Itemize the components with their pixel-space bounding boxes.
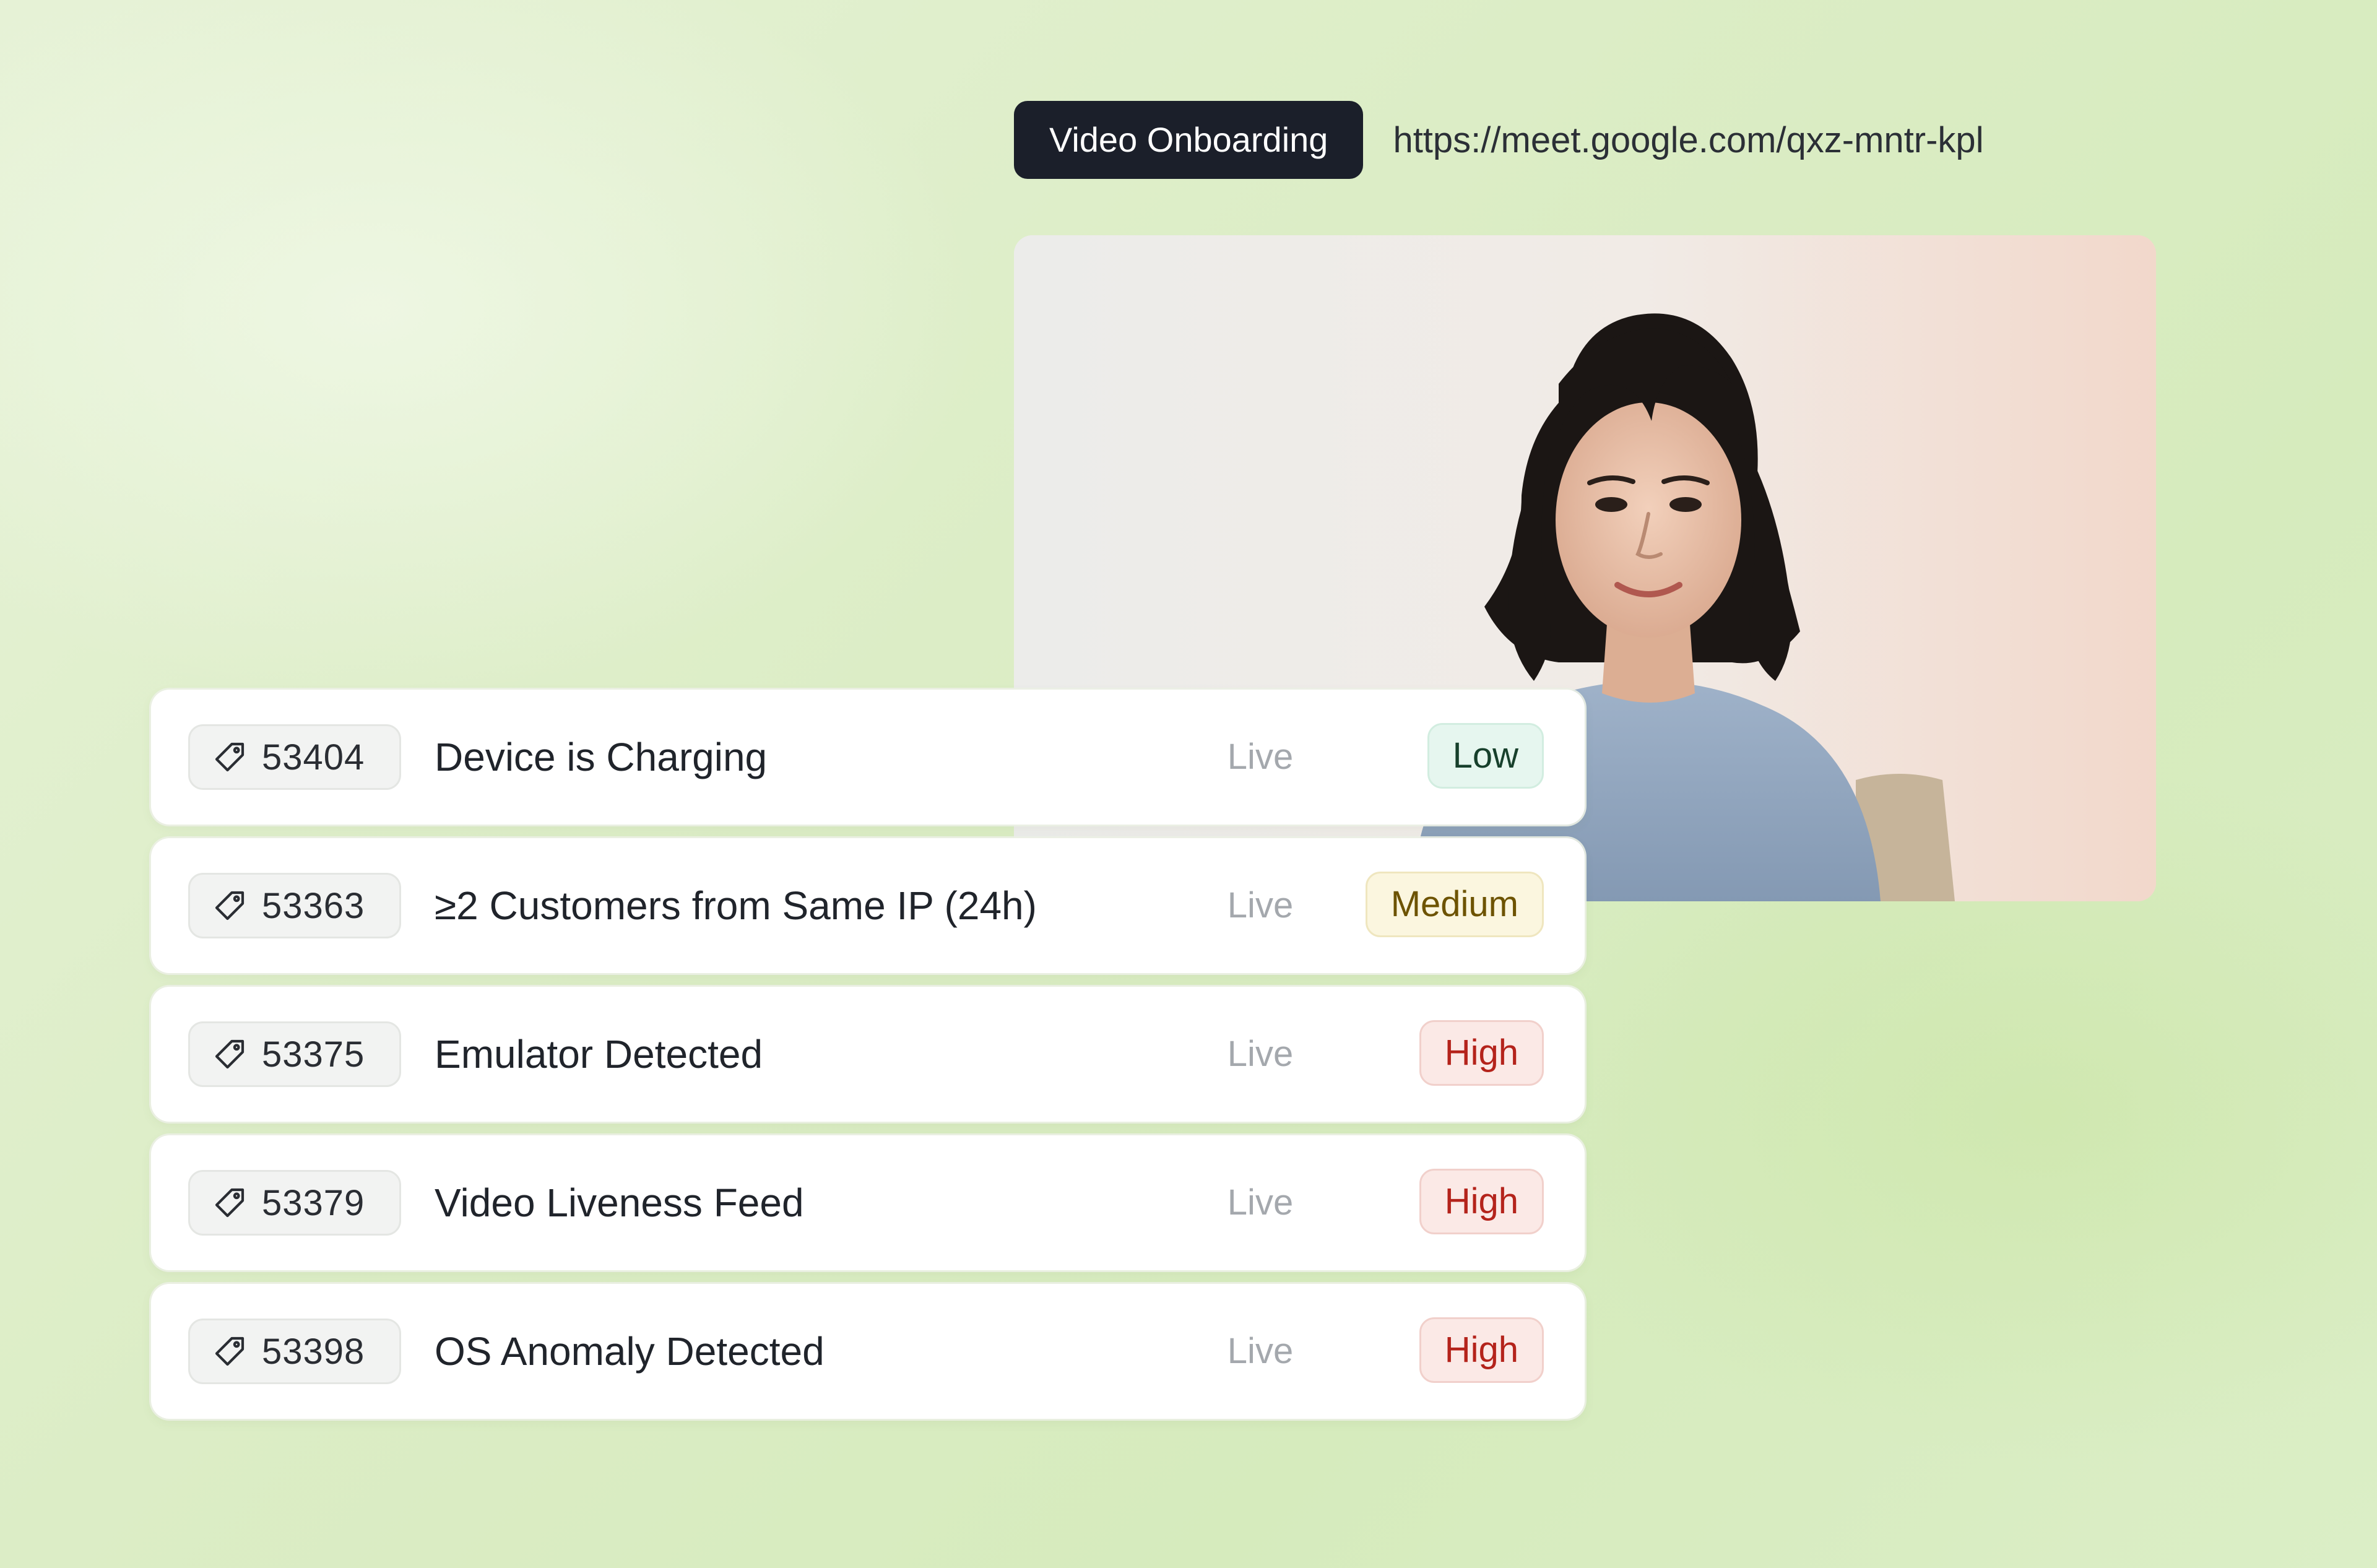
alert-status: Live bbox=[1227, 885, 1294, 925]
alert-status: Live bbox=[1227, 737, 1294, 777]
severity-badge: Low bbox=[1427, 723, 1544, 789]
alert-status: Live bbox=[1227, 1182, 1294, 1223]
alert-id: 53375 bbox=[262, 1034, 365, 1075]
alert-id-chip[interactable]: 53379 bbox=[188, 1170, 401, 1236]
alert-id: 53398 bbox=[262, 1331, 365, 1372]
severity-badge: High bbox=[1419, 1169, 1544, 1234]
alert-row[interactable]: 53404 Device is Charging Live Low bbox=[151, 690, 1585, 825]
alert-status: Live bbox=[1227, 1331, 1294, 1371]
alert-id-chip[interactable]: 53363 bbox=[188, 873, 401, 938]
alert-title: Device is Charging bbox=[435, 735, 768, 779]
alert-id-chip[interactable]: 53398 bbox=[188, 1319, 401, 1384]
tag-icon bbox=[211, 887, 248, 924]
alert-title: ≥2 Customers from Same IP (24h) bbox=[435, 883, 1037, 928]
alert-status: Live bbox=[1227, 1034, 1294, 1074]
alert-id-chip[interactable]: 53404 bbox=[188, 724, 401, 790]
alert-list: 53404 Device is Charging Live Low 53363 … bbox=[151, 690, 1585, 1432]
alert-row[interactable]: 53363 ≥2 Customers from Same IP (24h) Li… bbox=[151, 838, 1585, 973]
meeting-label-pill[interactable]: Video Onboarding bbox=[1014, 101, 1364, 179]
tag-icon bbox=[211, 739, 248, 776]
severity-badge: High bbox=[1419, 1020, 1544, 1086]
tag-icon bbox=[211, 1184, 248, 1221]
alert-row[interactable]: 53375 Emulator Detected Live High bbox=[151, 987, 1585, 1122]
meeting-url-link[interactable]: https://meet.google.com/qxz-mntr-kpl bbox=[1393, 119, 1983, 161]
tag-icon bbox=[211, 1333, 248, 1370]
alert-id: 53404 bbox=[262, 737, 365, 778]
alert-title: Emulator Detected bbox=[435, 1032, 763, 1076]
severity-badge: Medium bbox=[1365, 872, 1544, 937]
meeting-bar: Video Onboarding https://meet.google.com… bbox=[1014, 101, 1984, 179]
alert-row[interactable]: 53379 Video Liveness Feed Live High bbox=[151, 1135, 1585, 1270]
alert-id: 53363 bbox=[262, 885, 365, 926]
alert-row[interactable]: 53398 OS Anomaly Detected Live High bbox=[151, 1284, 1585, 1419]
alert-title: OS Anomaly Detected bbox=[435, 1329, 825, 1374]
alert-title: Video Liveness Feed bbox=[435, 1180, 804, 1225]
severity-badge: High bbox=[1419, 1317, 1544, 1383]
alert-id: 53379 bbox=[262, 1182, 365, 1223]
alert-id-chip[interactable]: 53375 bbox=[188, 1021, 401, 1087]
tag-icon bbox=[211, 1036, 248, 1073]
